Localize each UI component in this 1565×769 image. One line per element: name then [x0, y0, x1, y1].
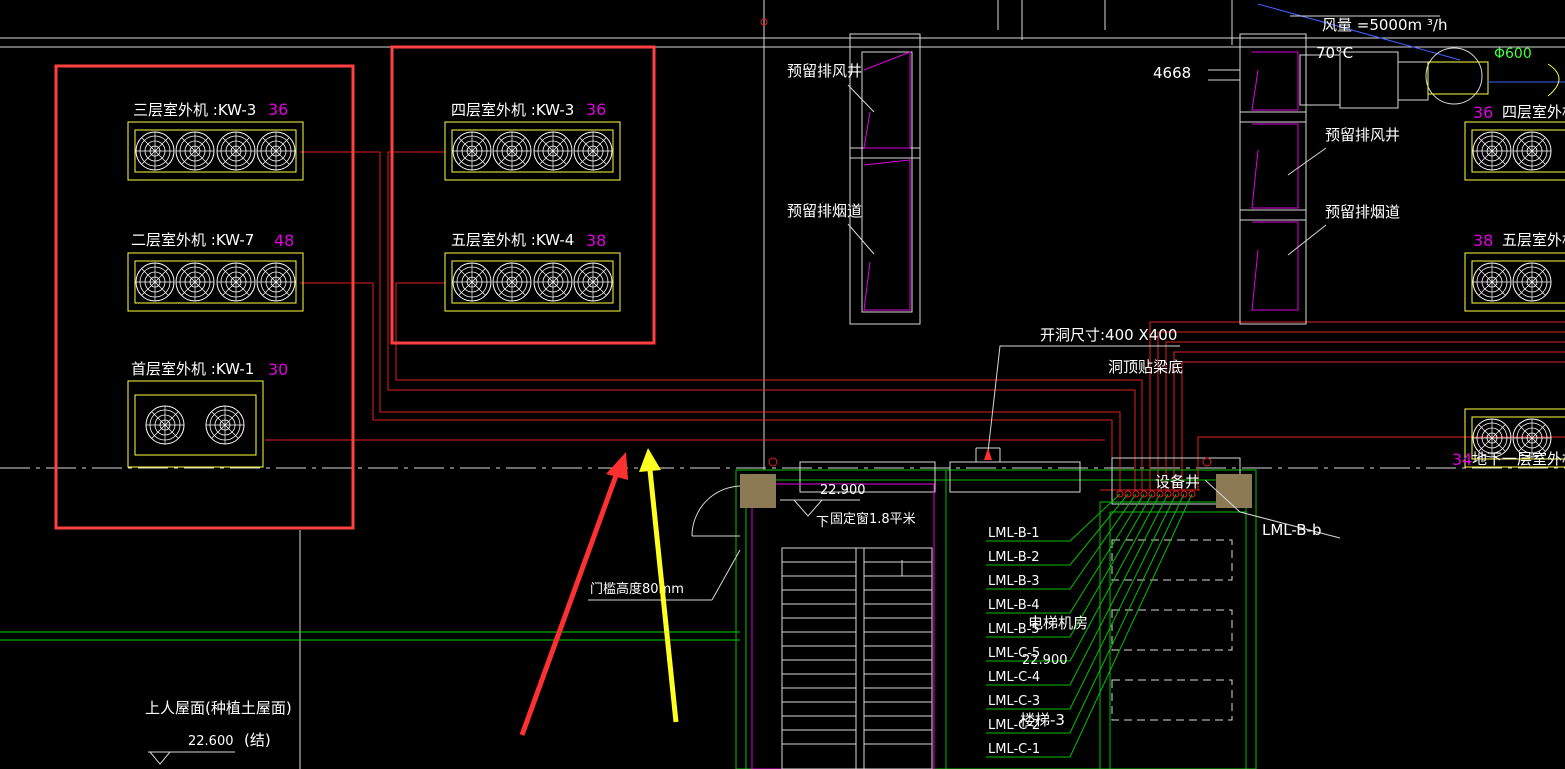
shaft-left-exhaust: 预留排风井 — [787, 62, 862, 80]
outdoor-unit-right-4f — [1464, 121, 1565, 181]
fixed-window-note: 固定窗1.8平米 — [830, 511, 916, 527]
count-right-4f: 36 — [1473, 103, 1493, 122]
label-right-5f: 五层室外机 — [1502, 231, 1565, 249]
roof-note: (结) — [244, 731, 271, 749]
opening-arrowhead — [984, 448, 992, 460]
pipe-label: LML-B-3 — [988, 574, 1040, 589]
duct-size: Φ600 — [1494, 46, 1532, 62]
dimension-4668: 4668 — [1153, 64, 1191, 82]
outdoor-unit-kw4-5f — [444, 252, 621, 312]
equipment-shaft-label: 设备井 — [1155, 473, 1200, 491]
opening-size: 开洞尺寸:400 X400 — [1040, 326, 1177, 344]
stair-label: 楼梯-3 — [1020, 711, 1065, 729]
label-kw1-1f: 首层室外机 :KW-1 — [131, 360, 254, 378]
label-kw7-2f: 二层室外机 :KW-7 — [131, 231, 254, 249]
pipe-label: LML-B-2 — [988, 550, 1040, 565]
label-right-4f: 四层室外机 — [1502, 103, 1565, 121]
roof-label: 上人屋面(种植土屋面) — [145, 699, 292, 717]
marker-circle-right — [1202, 457, 1212, 467]
shaft-right-exhaust: 预留排风井 — [1325, 126, 1400, 144]
count-kw7-2f: 48 — [274, 231, 294, 250]
roof-elevation-symbol — [148, 751, 235, 765]
count-kw3-4f: 36 — [586, 100, 606, 119]
outdoor-unit-kw1-1f — [127, 380, 264, 468]
down-mark: 下 — [816, 515, 829, 530]
cad-drawing: 三层室外机 :KW-3 36 二层室外机 :KW-7 48 首层室外机 :KW-… — [0, 0, 1565, 769]
marker-circle-left — [768, 457, 778, 467]
outdoor-unit-kw3-4f — [444, 121, 621, 181]
pipe-label: LML-C-3 — [988, 694, 1040, 709]
pipe-b-b-label: LML-B-b — [1262, 521, 1322, 539]
column-left — [740, 474, 776, 508]
outdoor-unit-right-5f — [1464, 252, 1565, 312]
door-sill-note: 门槛高度80mm — [590, 581, 684, 597]
elevation-mid: 22.900 — [1022, 653, 1068, 668]
count-right-b1: 34 — [1452, 450, 1472, 469]
column-right — [1216, 474, 1252, 508]
count-kw4-5f: 38 — [586, 231, 606, 250]
label-right-b1: 地下一层室外机 — [1472, 450, 1565, 468]
highlight-box-left — [54, 64, 355, 530]
roof-elevation: 22.600 — [188, 734, 234, 749]
elevator-room-label: 电梯机房 — [1028, 614, 1088, 632]
shaft-right — [1239, 33, 1327, 325]
stair — [781, 547, 933, 769]
elevation-top: 22.900 — [820, 483, 866, 498]
pipe-label: LML-B-1 — [988, 526, 1040, 541]
airflow-note: 风量 =5000m ³/h — [1322, 16, 1447, 34]
fan-temp: 70°C — [1316, 44, 1353, 62]
count-kw1-1f: 30 — [268, 360, 288, 379]
outdoor-unit-kw3-3f — [127, 121, 304, 181]
highlight-box-middle — [390, 45, 656, 345]
label-kw4-5f: 五层室外机 :KW-4 — [451, 231, 574, 249]
label-kw3-4f: 四层室外机 :KW-3 — [451, 101, 574, 119]
count-right-5f: 38 — [1473, 231, 1493, 250]
shaft-left-smoke: 预留排烟道 — [787, 202, 862, 220]
pipe-label: LML-B-4 — [988, 598, 1040, 613]
label-kw3-3f: 三层室外机 :KW-3 — [133, 101, 256, 119]
pipe-label: LML-C-1 — [988, 742, 1040, 757]
count-kw3-3f: 36 — [268, 100, 288, 119]
outdoor-unit-kw7-2f — [127, 252, 304, 312]
shaft-right-smoke: 预留排烟道 — [1325, 203, 1400, 221]
pipe-label: LML-C-4 — [988, 670, 1040, 685]
opening-note: 洞顶贴梁底 — [1108, 358, 1183, 376]
